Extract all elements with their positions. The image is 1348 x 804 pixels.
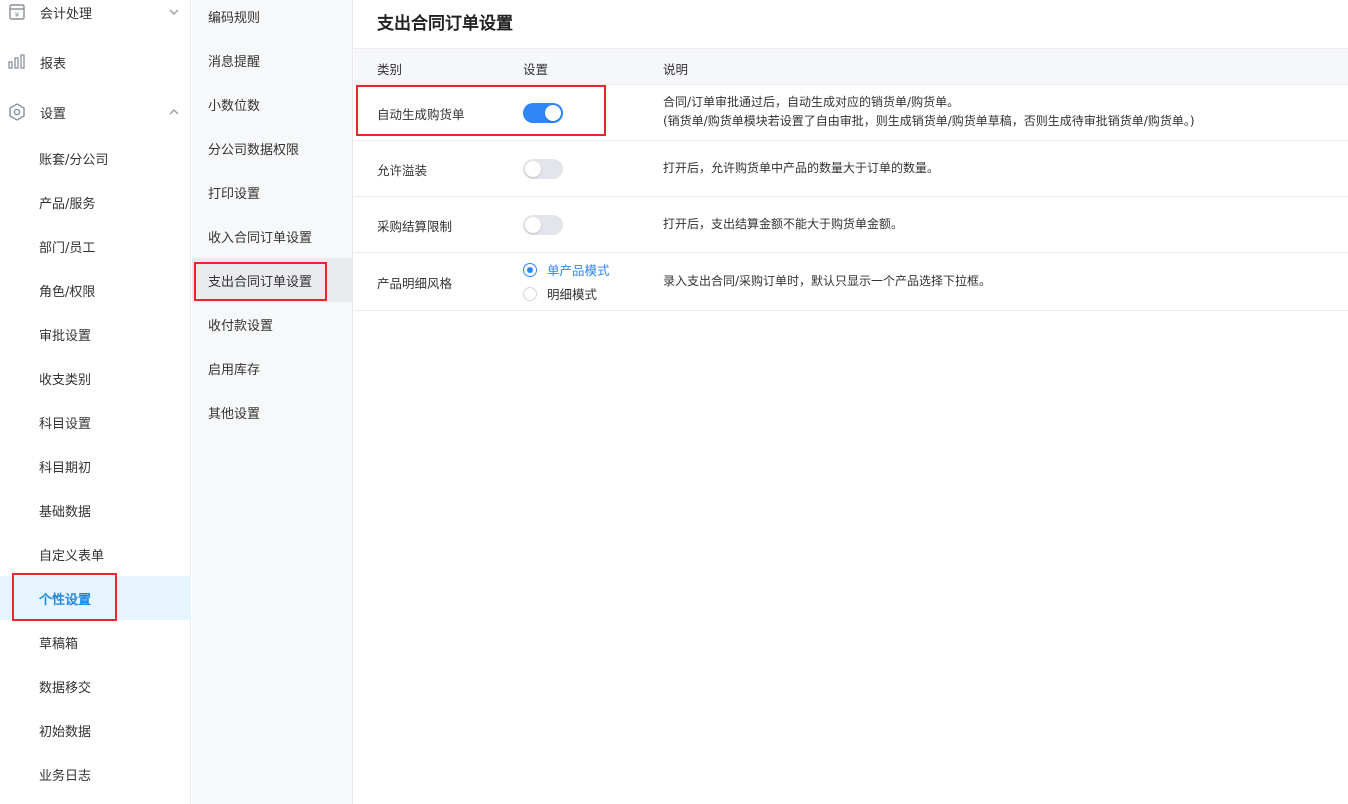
row-description: 录入支出合同/采购订单时，默认只显示一个产品选择下拉框。 xyxy=(663,274,992,288)
table-row: 采购结算限制 打开后，支出结算金额不能大于购货单金额。 xyxy=(354,197,1348,253)
sidebar-item-subjects[interactable]: 科目设置 xyxy=(0,400,191,444)
subnav-item-enable-inventory[interactable]: 启用库存 xyxy=(192,346,352,390)
radio-label: 单产品模式 xyxy=(547,263,610,278)
main-content: 支出合同订单设置 类别 设置 说明 自动生成购货单 合同/订单审批通过后，自动生… xyxy=(354,0,1348,804)
toggle-knob xyxy=(525,161,541,177)
sidebar-item-products[interactable]: 产品/服务 xyxy=(0,180,191,224)
settings-table-header: 类别 设置 说明 xyxy=(354,48,1348,85)
row-category: 自动生成购货单 xyxy=(377,107,465,122)
sidebar-item-base-data[interactable]: 基础数据 xyxy=(0,488,191,532)
row-category: 产品明细风格 xyxy=(377,276,453,291)
settings-subnav: 编码规则 消息提醒 小数位数 分公司数据权限 打印设置 收入合同订单设置 支出合… xyxy=(192,0,353,804)
subnav-item-coding-rules[interactable]: 编码规则 xyxy=(192,0,352,38)
sidebar-item-categories[interactable]: 收支类别 xyxy=(0,356,191,400)
subnav-item-payment-settings[interactable]: 收付款设置 xyxy=(192,302,352,346)
sidebar-item-approval[interactable]: 审批设置 xyxy=(0,312,191,356)
svg-text:¥: ¥ xyxy=(15,11,20,19)
radio-label: 明细模式 xyxy=(547,287,598,302)
nav-group-label: 会计处理 xyxy=(40,6,93,22)
row-category: 采购结算限制 xyxy=(377,219,453,234)
description-line: 合同/订单审批通过后，自动生成对应的销货单/购货单。 xyxy=(663,95,960,109)
allow-overfill-toggle[interactable] xyxy=(523,159,563,179)
sidebar-item-personal-settings[interactable]: 个性设置 xyxy=(0,576,191,620)
description-line: (销货单/购货单模块若设置了自由审批，则生成销货单/购货单草稿，否则生成待审批销… xyxy=(663,114,1195,128)
sidebar-item-drafts[interactable]: 草稿箱 xyxy=(0,620,191,664)
nav-group-label: 报表 xyxy=(40,56,67,72)
sidebar-item-accounts[interactable]: 账套/分公司 xyxy=(0,136,191,180)
table-row: 产品明细风格 单产品模式 明细模式 录入支出合同/采购订单时，默认只显示一个产品… xyxy=(354,253,1348,311)
subnav-item-print-settings[interactable]: 打印设置 xyxy=(192,170,352,214)
sidebar-item-business-log[interactable]: 业务日志 xyxy=(0,752,191,796)
row-description: 打开后，支出结算金额不能大于购货单金额。 xyxy=(663,217,904,231)
subnav-item-branch-permissions[interactable]: 分公司数据权限 xyxy=(192,126,352,170)
sidebar-item-opening-balance[interactable]: 科目期初 xyxy=(0,444,191,488)
chevron-down-icon xyxy=(169,9,179,15)
nav-group-label: 设置 xyxy=(40,106,67,122)
radio-detail-mode[interactable]: 明细模式 xyxy=(523,284,597,303)
radio-single-product-mode[interactable]: 单产品模式 xyxy=(523,260,610,279)
sidebar-item-initial-data[interactable]: 初始数据 xyxy=(0,708,191,752)
sidebar-item-roles[interactable]: 角色/权限 xyxy=(0,268,191,312)
sidebar-item-departments[interactable]: 部门/员工 xyxy=(0,224,191,268)
chevron-up-icon xyxy=(169,109,179,115)
column-header-description: 说明 xyxy=(663,62,689,77)
bar-chart-icon xyxy=(8,54,25,69)
subnav-item-income-contract-settings[interactable]: 收入合同订单设置 xyxy=(192,214,352,258)
subnav-item-notifications[interactable]: 消息提醒 xyxy=(192,38,352,82)
subnav-item-other-settings[interactable]: 其他设置 xyxy=(192,390,352,434)
nav-group-settings[interactable]: 设置 xyxy=(0,92,191,132)
auto-generate-purchase-toggle[interactable] xyxy=(523,103,563,123)
row-description: 合同/订单审批通过后，自动生成对应的销货单/购货单。 (销货单/购货单模块若设置… xyxy=(663,93,1195,131)
column-header-category: 类别 xyxy=(377,62,403,77)
sidebar-item-custom-forms[interactable]: 自定义表单 xyxy=(0,532,191,576)
table-row: 自动生成购货单 合同/订单审批通过后，自动生成对应的销货单/购货单。 (销货单/… xyxy=(354,85,1348,141)
nav-group-accounting[interactable]: ¥ 会计处理 xyxy=(0,0,191,32)
nav-group-reports[interactable]: 报表 xyxy=(0,42,191,82)
column-header-setting: 设置 xyxy=(523,62,549,77)
page-title: 支出合同订单设置 xyxy=(377,14,513,34)
toggle-knob xyxy=(545,105,561,121)
subnav-item-expense-contract-settings[interactable]: 支出合同订单设置 xyxy=(192,258,352,302)
toggle-knob xyxy=(525,217,541,233)
row-category: 允许溢装 xyxy=(377,163,428,178)
purchase-settlement-limit-toggle[interactable] xyxy=(523,215,563,235)
sidebar-item-data-transfer[interactable]: 数据移交 xyxy=(0,664,191,708)
row-description: 打开后，允许购货单中产品的数量大于订单的数量。 xyxy=(663,161,940,175)
radio-button[interactable] xyxy=(523,262,537,277)
subnav-item-decimals[interactable]: 小数位数 xyxy=(192,82,352,126)
left-sidebar: ¥ 会计处理 报表 设置 账套/分公司 产品/服务 部门/员工 角色/权限 审批… xyxy=(0,0,191,804)
ledger-icon: ¥ xyxy=(9,4,25,20)
table-row: 允许溢装 打开后，允许购货单中产品的数量大于订单的数量。 xyxy=(354,141,1348,197)
radio-button[interactable] xyxy=(523,286,537,301)
settings-hex-icon xyxy=(9,103,25,121)
